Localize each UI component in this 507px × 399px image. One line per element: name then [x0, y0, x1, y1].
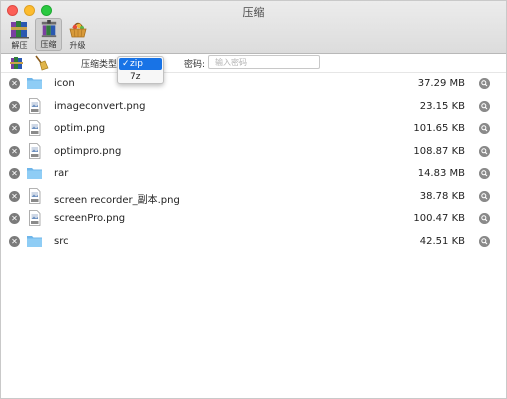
folder-icon	[27, 78, 42, 89]
remove-file-button[interactable]: ✕	[9, 123, 20, 134]
png-file-icon	[29, 142, 41, 159]
magnifier-icon[interactable]	[479, 123, 490, 134]
broom-icon[interactable]	[33, 55, 49, 71]
png-file-icon	[29, 120, 41, 136]
file-name: screen recorder_副本.png	[54, 194, 180, 206]
file-name: optimpro.png	[54, 145, 122, 157]
toolbar: 解压 压缩 升级	[6, 18, 91, 51]
file-row[interactable]: ✕ rar 14.83 MB	[1, 163, 506, 186]
archive-stack-icon[interactable]	[9, 55, 25, 71]
password-label: 密码:	[184, 60, 206, 70]
file-name: rar	[54, 168, 69, 179]
extract-label: 解压	[11, 41, 28, 50]
file-row[interactable]: ✕ optim.png 101.65 KB	[1, 118, 506, 141]
magnifier-icon[interactable]	[479, 78, 490, 89]
file-size: 38.78 KB	[419, 190, 465, 202]
remove-file-button[interactable]: ✕	[9, 168, 20, 179]
file-row[interactable]: ✕ screenPro.png 100.47 KB	[1, 208, 506, 231]
remove-file-button[interactable]: ✕	[9, 190, 20, 202]
file-row[interactable]: ✕ optimpro.png 108.87 KB	[1, 141, 506, 164]
png-file-icon	[29, 187, 41, 204]
dropdown-option-label: zip	[130, 59, 143, 69]
file-row[interactable]: ✕ screen recorder_副本.png 38.78 KB	[1, 186, 506, 209]
file-row[interactable]: ✕ src 42.51 KB	[1, 231, 506, 254]
remove-file-button[interactable]: ✕	[9, 235, 20, 247]
magnifier-icon[interactable]	[479, 145, 490, 157]
dropdown-option-7z[interactable]: 7z	[119, 71, 162, 83]
file-size: 14.83 MB	[417, 168, 465, 179]
magnifier-icon[interactable]	[479, 213, 490, 224]
file-size: 23.15 KB	[419, 100, 465, 112]
remove-file-button[interactable]: ✕	[9, 213, 20, 224]
file-list: ✕ icon 37.29 MB ✕ imageconvert.png 23.15 KB ✕ o…	[1, 73, 506, 253]
password-input[interactable]	[208, 55, 320, 69]
magnifier-icon[interactable]	[479, 100, 490, 112]
png-file-icon	[29, 210, 41, 226]
file-size: 42.51 KB	[419, 235, 465, 247]
file-size: 108.87 KB	[413, 145, 465, 157]
file-name: imageconvert.png	[54, 100, 146, 112]
file-row[interactable]: ✕ icon 37.29 MB	[1, 73, 506, 96]
file-name: optim.png	[54, 123, 106, 134]
file-name: icon	[54, 78, 75, 89]
title-toolbar-chrome: 压缩 解压 压缩 升级	[1, 1, 506, 54]
app-window: 压缩 解压 压缩 升级 压缩类型: 密码: 输入密码 ✓zip 7z ✕ ico…	[0, 0, 507, 399]
remove-file-button[interactable]: ✕	[9, 100, 20, 112]
compress-vise-icon	[41, 20, 56, 38]
remove-file-button[interactable]: ✕	[9, 145, 20, 157]
compress-button[interactable]: 压缩	[35, 18, 62, 51]
upgrade-label: 升级	[69, 41, 86, 50]
remove-file-button[interactable]: ✕	[9, 78, 20, 89]
compress-type-label: 压缩类型:	[81, 60, 121, 70]
folder-icon	[27, 235, 42, 247]
file-name: src	[54, 235, 69, 247]
dropdown-option-zip[interactable]: ✓zip	[119, 58, 162, 70]
png-file-icon	[29, 97, 41, 114]
magnifier-icon[interactable]	[479, 190, 490, 202]
upgrade-button[interactable]: 升级	[64, 18, 91, 51]
compress-label: 压缩	[40, 40, 57, 49]
rar-books-icon	[9, 21, 29, 39]
options-bar: 压缩类型: 密码:	[1, 54, 506, 73]
file-size: 100.47 KB	[413, 213, 465, 224]
file-size: 37.29 MB	[417, 78, 465, 89]
checkmark-icon: ✓	[122, 59, 130, 69]
magnifier-icon[interactable]	[479, 235, 490, 247]
file-size: 101.65 KB	[413, 123, 465, 134]
file-row[interactable]: ✕ imageconvert.png 23.15 KB	[1, 96, 506, 119]
dropdown-option-label: 7z	[130, 72, 141, 82]
magnifier-icon[interactable]	[479, 168, 490, 179]
compress-type-dropdown[interactable]: ✓zip 7z	[117, 56, 164, 84]
file-name: screenPro.png	[54, 213, 126, 224]
extract-button[interactable]: 解压	[6, 18, 33, 51]
upgrade-basket-icon	[68, 22, 87, 38]
folder-icon	[27, 168, 42, 179]
